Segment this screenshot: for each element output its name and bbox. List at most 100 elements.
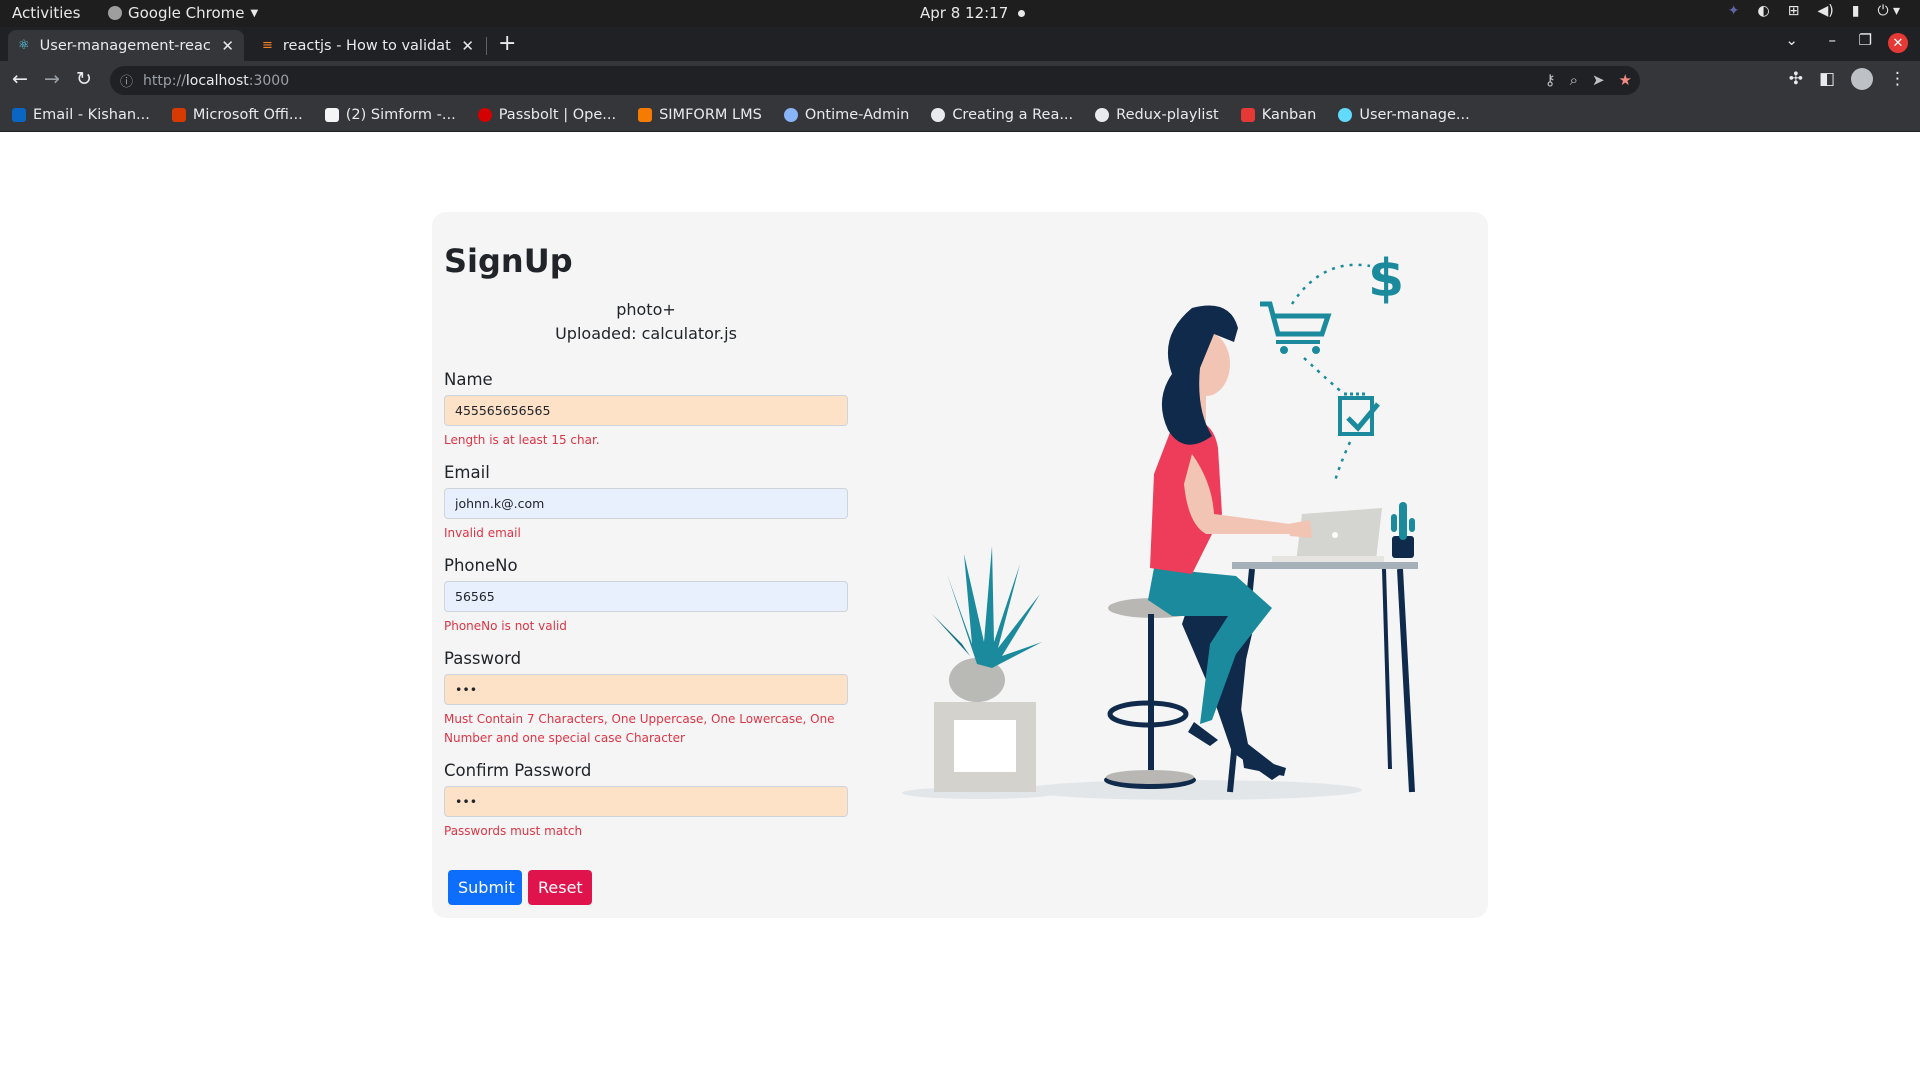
url-text: http://localhost:3000	[143, 73, 289, 89]
bookmarks-bar: Email - Kishan... Microsoft Offi... (2) …	[0, 99, 1920, 132]
kanban-icon	[1240, 108, 1255, 122]
network-icon: ⊞	[1787, 3, 1800, 19]
url-host: localhost	[185, 72, 249, 89]
bookmark-label: SIMFORM LMS	[659, 107, 762, 123]
key-icon[interactable]: ⚷	[1545, 71, 1556, 89]
laptop-icon	[1272, 508, 1384, 562]
activities-button[interactable]: Activities	[12, 4, 80, 22]
page-title: SignUp	[444, 242, 573, 280]
email-error: Invalid email	[444, 526, 521, 540]
menu-icon[interactable]: ⋮	[1889, 69, 1906, 89]
app-menu[interactable]: Google Chrome ▼	[108, 4, 258, 22]
checklist-icon	[1338, 392, 1380, 436]
bookmark-kanban[interactable]: Kanban	[1240, 107, 1317, 123]
url-port: :3000	[248, 72, 290, 89]
send-icon[interactable]: ➤	[1592, 71, 1605, 89]
phone-input[interactable]	[444, 581, 848, 612]
power-icon: ⏻ ▾	[1877, 3, 1900, 19]
tab-title: User-management-react-a	[39, 37, 212, 54]
name-input[interactable]	[444, 395, 848, 426]
password-label: Password	[444, 649, 522, 668]
stackoverflow-icon: ≡	[262, 38, 273, 53]
tab-stackoverflow[interactable]: ≡ reactjs - How to validate e ✕	[252, 30, 484, 61]
confirm-password-input[interactable]	[444, 786, 848, 817]
bookmark-microsoft-office[interactable]: Microsoft Offi...	[171, 107, 303, 123]
plant-icon	[932, 546, 1042, 792]
bookmark-label: Kanban	[1261, 107, 1317, 123]
minimize-icon[interactable]: –	[1829, 31, 1837, 49]
back-button[interactable]: ←	[12, 68, 28, 90]
email-input[interactable]	[444, 488, 848, 519]
bookmark-ontime-admin[interactable]: Ontime-Admin	[783, 107, 909, 123]
bookmark-passbolt[interactable]: Passbolt | Ope...	[477, 107, 617, 123]
system-tray[interactable]: ✦ ◐ ⊞ ◀) ▮ ⏻ ▾	[1728, 3, 1900, 19]
bookmark-simform[interactable]: (2) Simform -...	[324, 107, 456, 123]
bookmark-redux-playlist[interactable]: Redux-playlist	[1095, 107, 1219, 123]
info-icon[interactable]: ⓘ	[120, 71, 133, 90]
password-input[interactable]	[444, 674, 848, 705]
globe-icon	[931, 108, 946, 122]
star-icon[interactable]: ★	[1619, 71, 1632, 89]
confirm-password-field: Confirm Password Passwords must match	[444, 761, 848, 841]
tab-search-icon[interactable]: ⌄	[1785, 31, 1798, 49]
photo-upload-label[interactable]: photo+	[444, 298, 848, 322]
shopping-cart-icon	[1260, 301, 1332, 354]
address-bar[interactable]: ⓘ http://localhost:3000 ⚷ ⌕ ➤ ★	[110, 66, 1640, 95]
reload-button[interactable]: ↻	[76, 68, 92, 90]
bookmark-user-management[interactable]: User-manage...	[1338, 107, 1470, 123]
outlook-icon	[12, 108, 26, 122]
profile-avatar[interactable]	[1851, 68, 1873, 90]
side-panel-icon[interactable]: ◧	[1819, 69, 1835, 89]
toolbar-right: ✣ ◧ ⋮	[1789, 68, 1906, 90]
omnibox-actions: ⚷ ⌕ ➤ ★	[1545, 71, 1632, 89]
page-viewport: SignUp photo+ Uploaded: calculator.js Na…	[0, 132, 1920, 1080]
tab-strip: ⚛ User-management-react-a ✕ ≡ reactjs - …	[0, 27, 1920, 61]
forward-button[interactable]: →	[44, 68, 60, 90]
dotted-path-middle	[1303, 357, 1345, 395]
restore-icon[interactable]: ❐	[1859, 31, 1872, 49]
submit-button[interactable]: Submit	[448, 870, 522, 905]
email-field: Email Invalid email	[444, 463, 848, 543]
photo-upload[interactable]: photo+ Uploaded: calculator.js	[444, 298, 848, 346]
dotted-path-top	[1290, 263, 1371, 305]
confirm-password-label: Confirm Password	[444, 761, 592, 780]
window-close-button[interactable]: ✕	[1888, 33, 1908, 53]
phone-field: PhoneNo PhoneNo is not valid	[444, 556, 848, 636]
url-scheme: http://	[143, 72, 186, 89]
checkbox-icon	[324, 108, 339, 122]
reset-button[interactable]: Reset	[528, 870, 592, 905]
bookmark-label: Microsoft Offi...	[192, 107, 303, 123]
close-tab-icon[interactable]: ✕	[221, 37, 234, 55]
woman-working-icon	[1148, 305, 1312, 780]
bookmark-simform-lms[interactable]: SIMFORM LMS	[638, 107, 762, 123]
browser-toolbar: ← → ↻ ⓘ http://localhost:3000 ⚷ ⌕ ➤ ★ ✣ …	[0, 61, 1920, 99]
bookmark-label: Redux-playlist	[1116, 107, 1219, 123]
tab-user-management[interactable]: ⚛ User-management-react-a ✕	[8, 30, 244, 61]
ontime-icon	[783, 108, 798, 122]
bookmark-label: Email - Kishan...	[33, 107, 150, 123]
night-light-icon: ◐	[1757, 3, 1770, 19]
volume-icon: ◀)	[1817, 3, 1834, 19]
teams-icon: ✦	[1727, 3, 1740, 19]
bookmark-email[interactable]: Email - Kishan...	[12, 107, 150, 123]
signup-illustration: $	[902, 249, 1418, 800]
app-name: Google Chrome	[128, 4, 245, 22]
bookmark-label: Passbolt | Ope...	[498, 107, 617, 123]
close-tab-icon[interactable]: ✕	[461, 37, 474, 55]
redux-icon	[1095, 108, 1110, 122]
email-label: Email	[444, 463, 490, 482]
name-label: Name	[444, 370, 493, 389]
chevron-down-icon: ▼	[250, 7, 259, 19]
react-icon	[1338, 108, 1353, 122]
microphone-icon: ▮	[1851, 3, 1860, 19]
uploaded-file-text: Uploaded: calculator.js	[555, 324, 737, 343]
zoom-icon[interactable]: ⌕	[1570, 71, 1578, 89]
clock[interactable]: Apr 8 12:17	[920, 4, 1026, 22]
tab-title: reactjs - How to validate e	[282, 37, 452, 54]
password-error: Must Contain 7 Characters, One Uppercase…	[444, 712, 835, 745]
bookmark-creating-react[interactable]: Creating a Rea...	[931, 107, 1073, 123]
new-tab-button[interactable]: +	[498, 31, 516, 56]
bookmark-label: (2) Simform -...	[345, 107, 456, 123]
bookmark-label: Creating a Rea...	[952, 107, 1074, 123]
extensions-icon[interactable]: ✣	[1789, 69, 1803, 89]
